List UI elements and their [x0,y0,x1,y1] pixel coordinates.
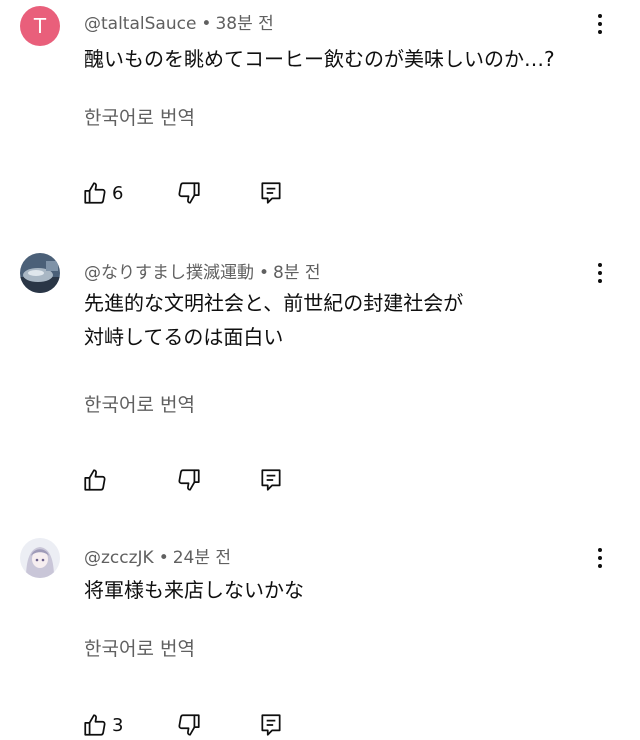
comment-header: @taltalSauce • 38분 전 [84,9,274,34]
more-vert-icon [598,548,602,552]
comment: @zcczJK • 24분 전 将軍様も来店しないかな 한국어로 번역 3 [0,525,640,737]
dislike-button[interactable] [176,178,202,208]
comment-header: @zcczJK • 24분 전 [84,543,231,568]
more-vert-icon [598,263,602,267]
more-vert-dot [598,22,602,26]
like-button[interactable] [82,465,112,495]
like-count: 3 [112,714,124,736]
reply-button[interactable] [258,465,284,495]
thumbs-up-icon [82,467,108,493]
more-options-button[interactable] [588,543,612,573]
meta-separator: • [201,14,212,34]
comment-time: 38분 전 [215,14,274,34]
dislike-button[interactable] [176,710,202,740]
more-vert-icon [598,14,602,18]
comment-author[interactable]: @zcczJK [84,548,154,568]
comment-text: 先進的な文明社会と、前世紀の封建社会が 対峙してるのは面白い [84,286,604,354]
thumbs-down-icon [176,467,202,493]
reply-icon [258,180,284,206]
comment-text-line: 対峙してるのは面白い [84,325,284,349]
comment-author[interactable]: @なりすまし撲滅運動 [84,263,254,283]
comment-author[interactable]: @taltalSauce [84,14,196,34]
thumbs-down-icon [176,180,202,206]
avatar[interactable] [20,538,60,578]
translate-button[interactable]: 한국어로 번역 [84,390,195,417]
reply-icon [258,712,284,738]
comment: @なりすまし撲滅運動 • 8분 전 先進的な文明社会と、前世紀の封建社会が 対峙して… [0,240,640,510]
more-vert-dot [598,564,602,568]
reply-icon [258,467,284,493]
more-vert-dot [598,279,602,283]
more-options-button[interactable] [588,258,612,288]
comment-header: @なりすまし撲滅運動 • 8분 전 [84,258,321,283]
thumbs-down-icon [176,712,202,738]
more-vert-dot [598,30,602,34]
meta-separator: • [259,263,270,283]
comment-text-line: 将軍様も来店しないかな [84,578,304,602]
like-button[interactable]: 6 [82,178,123,208]
comment-time: 24분 전 [172,548,232,568]
thumbs-up-icon [82,712,108,738]
thumbs-up-icon [82,180,108,206]
comment-text-line: 先進的な文明社会と、前世紀の封建社会が [84,291,464,315]
comment-text-line: 醜いものを眺めてコーヒー飲むのが美味しいのか…? [84,47,555,71]
reply-button[interactable] [258,710,284,740]
more-options-button[interactable] [588,9,612,39]
more-vert-dot [598,556,602,560]
comment-text: 将軍様も来店しないかな [84,573,604,607]
comment-time: 8분 전 [273,263,321,283]
meta-separator: • [158,548,169,568]
translate-button[interactable]: 한국어로 번역 [84,634,195,661]
comment-text: 醜いものを眺めてコーヒー飲むのが美味しいのか…? [84,42,604,76]
like-count: 6 [112,182,124,204]
translate-button[interactable]: 한국어로 번역 [84,103,195,130]
avatar[interactable] [20,253,60,293]
dislike-button[interactable] [176,465,202,495]
more-vert-dot [598,271,602,275]
avatar[interactable]: T [20,6,60,46]
comment: T @taltalSauce • 38분 전 醜いものを眺めてコーヒー飲むのが美味し… [0,0,640,230]
like-button[interactable]: 3 [82,710,123,740]
reply-button[interactable] [258,178,284,208]
